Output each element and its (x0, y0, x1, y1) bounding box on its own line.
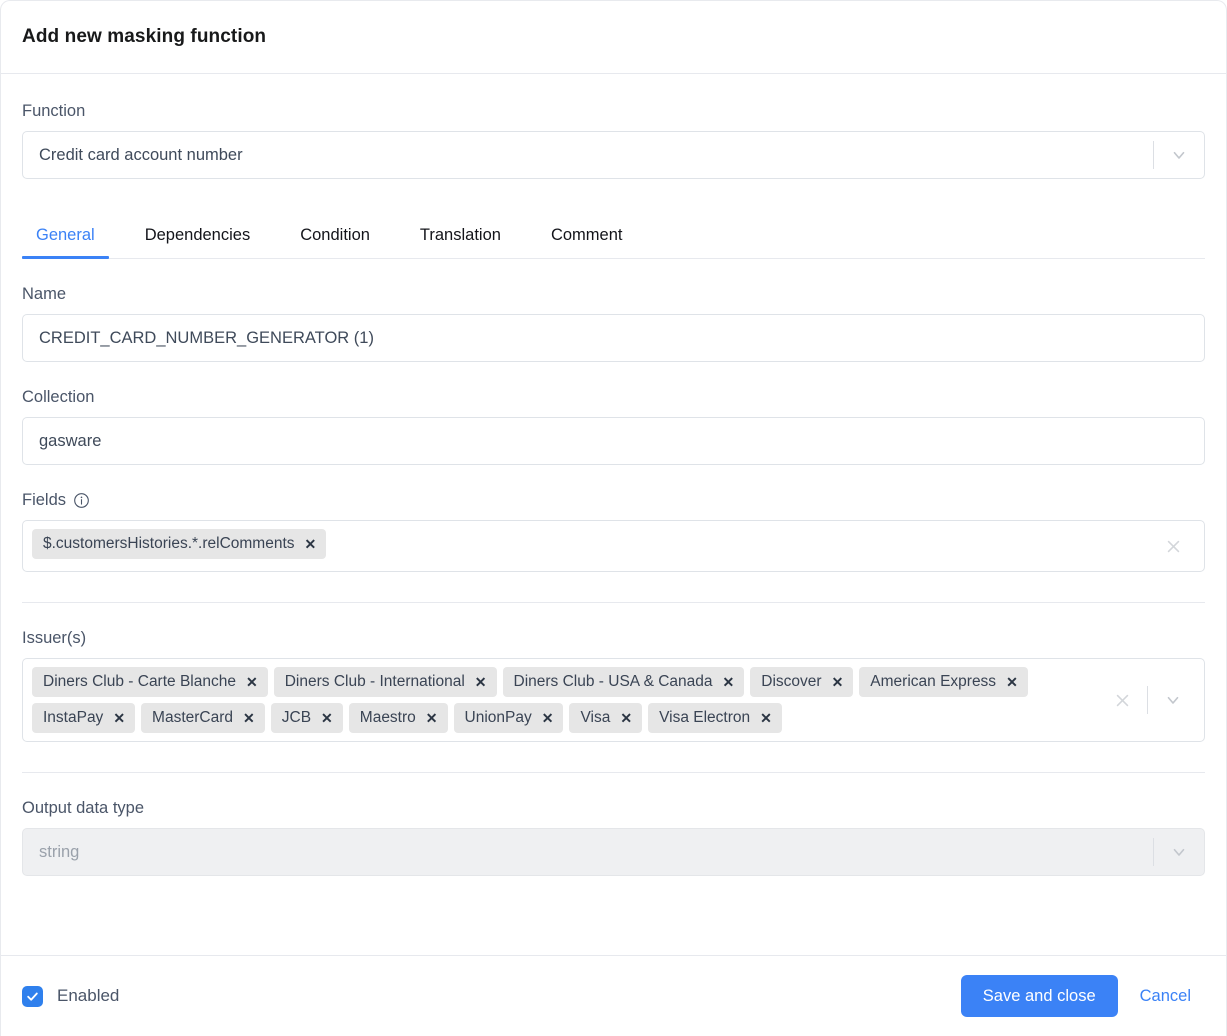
field-chip-label: $.customersHistories.*.relComments (43, 534, 295, 554)
divider (1153, 141, 1154, 169)
add-masking-function-dialog: Add new masking function Function Credit… (0, 0, 1227, 1036)
output-type-adornments (1147, 829, 1204, 875)
remove-chip-icon[interactable]: ✕ (426, 711, 438, 725)
remove-chip-icon[interactable]: ✕ (246, 675, 258, 689)
issuer-chip[interactable]: American Express ✕ (859, 667, 1028, 697)
function-select-value: Credit card account number (23, 132, 1147, 178)
info-icon[interactable] (73, 492, 90, 509)
clear-icon[interactable] (1103, 681, 1141, 719)
issuer-chip-label: JCB (282, 708, 311, 728)
tab-condition[interactable]: Condition (286, 226, 384, 258)
clear-icon[interactable] (1154, 527, 1192, 565)
issuer-chip-label: Discover (761, 672, 821, 692)
enabled-label: Enabled (57, 986, 119, 1006)
chevron-down-icon[interactable] (1154, 681, 1192, 719)
remove-chip-icon[interactable]: ✕ (620, 711, 632, 725)
name-label: Name (22, 285, 1205, 304)
section-divider-output (22, 772, 1205, 773)
remove-chip-icon[interactable]: ✕ (475, 675, 487, 689)
function-select-adornments (1147, 132, 1204, 178)
dialog-title: Add new masking function (22, 26, 266, 48)
tab-dependencies[interactable]: Dependencies (131, 226, 265, 258)
cancel-button[interactable]: Cancel (1126, 975, 1205, 1017)
save-and-close-button[interactable]: Save and close (961, 975, 1118, 1017)
issuer-chip[interactable]: MasterCard ✕ (141, 703, 265, 733)
chevron-down-icon (1160, 833, 1198, 871)
issuer-chip[interactable]: JCB ✕ (271, 703, 343, 733)
section-divider-issuers (22, 602, 1205, 603)
issuer-chip-label: Diners Club - International (285, 672, 465, 692)
issuer-chip-label: Diners Club - USA & Canada (514, 672, 713, 692)
issuers-multiselect[interactable]: Diners Club - Carte Blanche ✕ Diners Clu… (22, 658, 1205, 742)
collection-input-value: gasware (23, 418, 1204, 464)
issuer-chip-label: InstaPay (43, 708, 103, 728)
remove-chip-icon[interactable]: ✕ (1006, 675, 1018, 689)
name-input-value: CREDIT_CARD_NUMBER_GENERATOR (1) (23, 315, 1204, 361)
output-type-label: Output data type (22, 799, 1205, 818)
tab-translation[interactable]: Translation (406, 226, 515, 258)
name-label-text: Name (22, 285, 66, 304)
collection-label-text: Collection (22, 388, 94, 407)
issuers-chip-list: Diners Club - Carte Blanche ✕ Diners Clu… (32, 665, 1103, 735)
dialog-footer: Enabled Save and close Cancel (1, 955, 1226, 1036)
remove-chip-icon[interactable]: ✕ (321, 711, 333, 725)
issuer-chip-label: Diners Club - Carte Blanche (43, 672, 236, 692)
remove-chip-icon[interactable]: ✕ (832, 675, 844, 689)
divider (1147, 686, 1148, 714)
tab-bar: General Dependencies Condition Translati… (22, 203, 1205, 259)
issuer-chip[interactable]: Visa Electron ✕ (648, 703, 782, 733)
divider (1153, 838, 1154, 866)
fields-adornments (1154, 527, 1198, 565)
checkbox-box[interactable] (22, 986, 43, 1007)
footer-actions: Save and close Cancel (961, 975, 1205, 1017)
function-select[interactable]: Credit card account number (22, 131, 1205, 179)
fields-chip-list: $.customersHistories.*.relComments ✕ (32, 527, 1154, 561)
issuer-chip[interactable]: Visa ✕ (569, 703, 642, 733)
collection-input[interactable]: gasware (22, 417, 1205, 465)
output-type-value: string (23, 829, 1147, 875)
issuer-chip-label: Maestro (360, 708, 416, 728)
remove-chip-icon[interactable]: ✕ (723, 675, 735, 689)
output-type-label-text: Output data type (22, 799, 144, 818)
issuers-adornments (1103, 681, 1198, 719)
dialog-header: Add new masking function (1, 1, 1226, 74)
dialog-body: Function Credit card account number Gene… (1, 74, 1226, 955)
issuer-chip[interactable]: InstaPay ✕ (32, 703, 135, 733)
issuer-chip-label: Visa Electron (659, 708, 750, 728)
remove-chip-icon[interactable]: ✕ (113, 711, 125, 725)
output-type-select: string (22, 828, 1205, 876)
issuer-chip-label: UnionPay (465, 708, 532, 728)
remove-chip-icon[interactable]: ✕ (760, 711, 772, 725)
remove-chip-icon[interactable]: ✕ (243, 711, 255, 725)
chevron-down-icon[interactable] (1160, 136, 1198, 174)
tab-comment[interactable]: Comment (537, 226, 637, 258)
function-label: Function (22, 102, 1205, 121)
issuer-chip[interactable]: Diners Club - International ✕ (274, 667, 497, 697)
function-label-text: Function (22, 102, 85, 121)
collection-label: Collection (22, 388, 1205, 407)
issuers-label-text: Issuer(s) (22, 629, 86, 648)
fields-multiselect[interactable]: $.customersHistories.*.relComments ✕ (22, 520, 1205, 572)
remove-chip-icon[interactable]: ✕ (305, 537, 317, 551)
issuer-chip-label: MasterCard (152, 708, 233, 728)
issuer-chip-label: American Express (870, 672, 996, 692)
fields-label-text: Fields (22, 491, 66, 510)
check-icon (26, 990, 39, 1003)
issuer-chip[interactable]: Maestro ✕ (349, 703, 448, 733)
issuer-chip[interactable]: Diners Club - USA & Canada ✕ (503, 667, 745, 697)
name-input[interactable]: CREDIT_CARD_NUMBER_GENERATOR (1) (22, 314, 1205, 362)
issuer-chip[interactable]: Diners Club - Carte Blanche ✕ (32, 667, 268, 697)
tab-general[interactable]: General (22, 226, 109, 258)
issuers-label: Issuer(s) (22, 629, 1205, 648)
remove-chip-icon[interactable]: ✕ (542, 711, 554, 725)
issuer-chip-label: Visa (580, 708, 610, 728)
fields-label: Fields (22, 491, 1205, 510)
enabled-checkbox[interactable]: Enabled (22, 986, 119, 1007)
issuer-chip[interactable]: UnionPay ✕ (454, 703, 564, 733)
field-chip[interactable]: $.customersHistories.*.relComments ✕ (32, 529, 326, 559)
issuer-chip[interactable]: Discover ✕ (750, 667, 853, 697)
